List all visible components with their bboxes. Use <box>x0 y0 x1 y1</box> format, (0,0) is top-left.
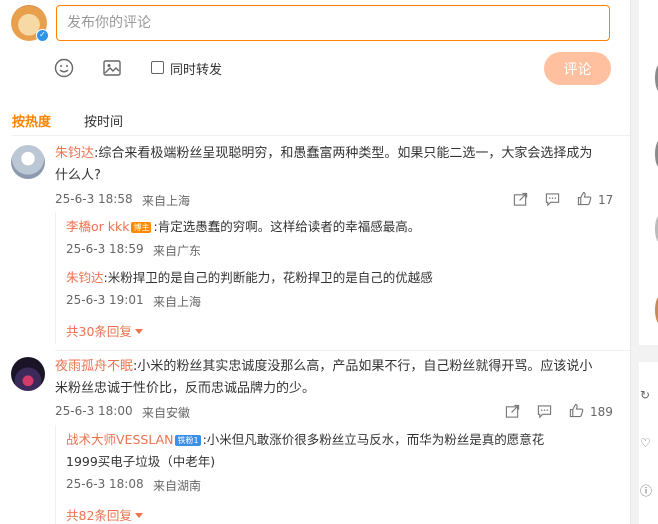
reply-text: 战术大师VESSLAN 铁粉1:小米但凡敢涨价很多粉丝立马反水，而华为粉丝是真的愿… <box>66 431 544 449</box>
like-count: 17 <box>598 193 614 207</box>
tab-sort-time[interactable]: 按时间 <box>84 111 123 130</box>
reply-timestamp: 25-6-3 19:01 <box>66 293 144 307</box>
reply-timestamp: 25-6-3 18:59 <box>66 242 144 256</box>
divider <box>12 135 630 136</box>
reply-location: 来自上海 <box>153 295 202 309</box>
more-replies-link[interactable]: 共82条回复 <box>66 505 143 524</box>
reply-timestamp: 25-6-3 18:08 <box>66 477 144 491</box>
comment-timestamp: 25-6-3 18:00 <box>55 404 133 418</box>
blogger-badge: 博主 <box>131 222 152 233</box>
tab-sort-hot[interactable]: 按热度 <box>12 111 51 130</box>
info-icon[interactable]: ⓘ <box>640 482 652 499</box>
current-user-avatar[interactable]: ✓ <box>11 5 49 42</box>
share-icon[interactable] <box>505 404 520 419</box>
reply-location: 来自广东 <box>153 244 202 258</box>
comment-body-line: :小米的粉丝其实忠诚度没那么高，产品如果不行，自己粉丝就得开骂。应该说小 <box>133 359 593 374</box>
reply-body: :米粉捍卫的是自己的判断能力，花粉捍卫的是自己的优越感 <box>103 270 433 285</box>
commenter-avatar[interactable] <box>11 357 45 391</box>
image-icon[interactable] <box>102 58 122 78</box>
comment-timestamp: 25-6-3 18:58 <box>55 192 133 206</box>
verified-badge-icon: ✓ <box>36 29 49 42</box>
reply-text-continued: 1999买电子垃圾（中老年) <box>66 454 216 469</box>
comment-location: 来自安徽 <box>142 406 191 420</box>
comment-body-line: :综合来看极端粉丝呈现聪明穷，和愚蠢富两种类型。如果只能二选一，大家会选择成为 <box>94 146 593 161</box>
caret-down-icon <box>134 513 143 518</box>
comment-input[interactable] <box>56 5 610 41</box>
comment-location: 来自上海 <box>142 194 191 208</box>
sidebar-card <box>639 0 658 345</box>
more-replies-link[interactable]: 共30条回复 <box>66 321 143 340</box>
comment-panel: ✓ 同时转发 评论 按热度 按时间 朱钧达:综合来看极端粉丝呈现聪明穷，和愚蠢富… <box>0 0 630 524</box>
reply-location: 来自湖南 <box>153 479 202 493</box>
submit-comment-button[interactable]: 评论 <box>544 52 611 85</box>
refresh-icon[interactable]: ↻ <box>640 388 650 402</box>
divider <box>55 350 630 351</box>
like-count: 189 <box>590 405 613 419</box>
reply-username[interactable]: 李橋or kkk <box>66 219 129 234</box>
right-sidebar: ↻ ♡ ⓘ <box>630 0 658 524</box>
reply-username[interactable]: 战术大师VESSLAN <box>66 432 173 447</box>
comment-icon[interactable] <box>545 192 560 207</box>
comment-text: 夜雨孤舟不眠:小米的粉丝其实忠诚度没那么高，产品如果不行，自己粉丝就得开骂。应该… <box>55 356 615 400</box>
caret-down-icon <box>134 329 143 334</box>
like-icon[interactable] <box>577 191 592 206</box>
fan-badge: 铁粉1 <box>175 435 201 446</box>
comment-body-line: 米粉丝忠诚于性价比，反而忠诚品牌力的少。 <box>55 381 316 396</box>
commenter-avatar[interactable] <box>11 145 45 179</box>
reply-username[interactable]: 朱钧达 <box>66 270 104 285</box>
comment-username[interactable]: 朱钧达 <box>55 146 94 161</box>
reply-body: :肯定选愚蠢的穷啊。这样给读者的幸福感最高。 <box>153 219 421 234</box>
like-icon[interactable] <box>569 403 584 418</box>
reply-thread: 李橋or kkk 博主:肯定选愚蠢的穷啊。这样给读者的幸福感最高。 25-6-3 … <box>55 212 630 344</box>
reply-text: 李橋or kkk 博主:肯定选愚蠢的穷啊。这样给读者的幸福感最高。 <box>66 218 420 236</box>
heart-icon[interactable]: ♡ <box>640 436 651 450</box>
repost-checkbox[interactable] <box>151 61 164 74</box>
share-icon[interactable] <box>513 192 528 207</box>
reply-text: 朱钧达:米粉捍卫的是自己的判断能力，花粉捍卫的是自己的优越感 <box>66 269 433 287</box>
comment-icon[interactable] <box>537 404 552 419</box>
more-replies-label: 共82条回复 <box>66 508 132 523</box>
repost-label[interactable]: 同时转发 <box>170 59 222 78</box>
reply-thread: 战术大师VESSLAN 铁粉1:小米但凡敢涨价很多粉丝立马反水，而华为粉丝是真的愿… <box>55 425 630 524</box>
comment-username[interactable]: 夜雨孤舟不眠 <box>55 359 133 374</box>
reply-body: :小米但凡敢涨价很多粉丝立马反水，而华为粉丝是真的愿意花 <box>202 432 545 447</box>
more-replies-label: 共30条回复 <box>66 324 132 339</box>
comment-text: 朱钧达:综合来看极端粉丝呈现聪明穷，和愚蠢富两种类型。如果只能二选一，大家会选择… <box>55 143 615 187</box>
emoji-icon[interactable] <box>54 58 74 78</box>
comment-body-line: 什么人? <box>55 168 101 183</box>
